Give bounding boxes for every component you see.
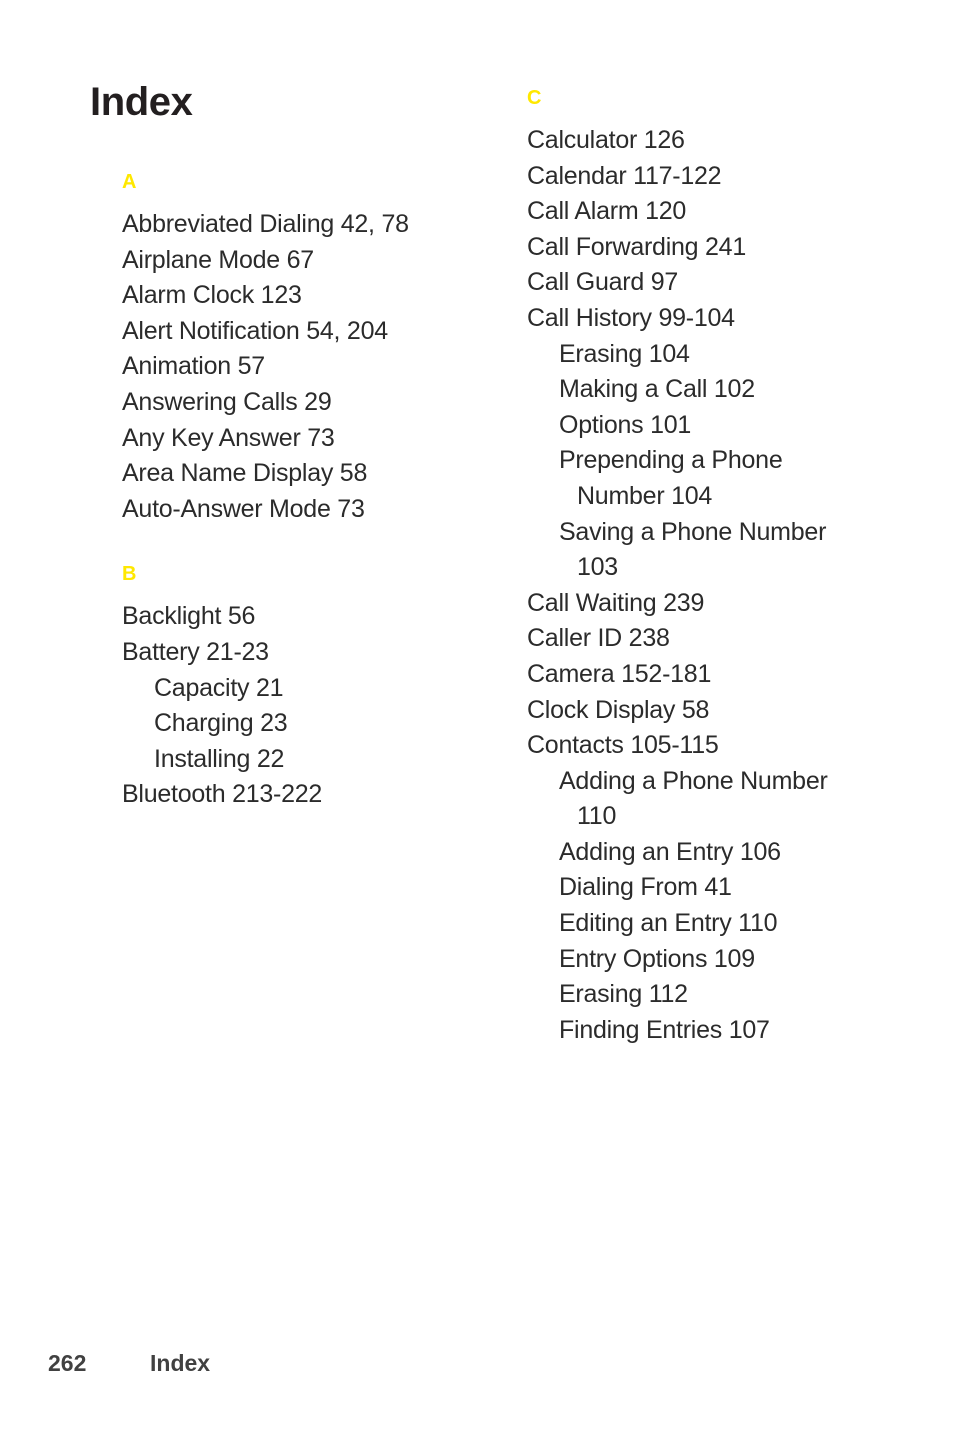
index-entry: Call Waiting 239: [527, 588, 705, 617]
index-subentry: Dialing From 41: [559, 873, 732, 902]
index-subentry: Adding an Entry 106: [559, 837, 781, 866]
index-entry: Caller ID 238: [527, 624, 670, 653]
index-entry: Answering Calls 29: [122, 387, 332, 416]
index-section-b: B Backlight 56 Battery 21-23 Capacity 21 Cha…: [122, 564, 457, 813]
footer-page-number: 262: [48, 1350, 87, 1376]
index-entry: Call Forwarding 241: [527, 232, 746, 261]
index-entry: Auto-Answer Mode 73: [122, 494, 365, 523]
index-column-left: A Abbreviated Dialing 42, 78 Airplane Mode…: [122, 172, 457, 813]
section-letter-heading: A: [122, 171, 137, 193]
section-letter-heading: C: [527, 87, 542, 109]
index-section-a: A Abbreviated Dialing 42, 78 Airplane Mode…: [122, 172, 457, 527]
index-entry: Alarm Clock 123: [122, 281, 302, 310]
index-entry: Calendar 117-122: [527, 161, 722, 190]
section-letter-heading: B: [122, 563, 137, 586]
index-page: Index A Abbreviated Dialing 42, 78 Airplan…: [0, 0, 954, 1431]
index-entry: Alert Notification 54, 204: [122, 316, 388, 345]
index-subentry: Saving a Phone Number 103: [559, 517, 827, 582]
index-entry: Abbreviated Dialing 42, 78: [122, 210, 409, 238]
index-subentry: Editing an Entry 110: [559, 909, 778, 938]
index-entry: Battery 21-23: [122, 637, 269, 666]
index-entry: Call History 99-104: [527, 303, 735, 332]
index-subentry: Options 101: [559, 410, 692, 439]
index-entry: Area Name Display 58: [122, 459, 368, 488]
index-subentry: Capacity 21: [154, 673, 284, 702]
index-entry: Airplane Mode 67: [122, 245, 314, 274]
index-entry: Calculator 126: [527, 126, 685, 154]
index-entry: Clock Display 58: [527, 695, 710, 724]
index-subentry: Entry Options 109: [559, 944, 755, 973]
index-subentry: Charging 23: [154, 709, 288, 738]
index-entry: Bluetooth 213-222: [122, 780, 323, 809]
index-entry: Camera 152-181: [527, 659, 712, 688]
index-entry: Any Key Answer 73: [122, 423, 335, 452]
index-entry: Animation 57: [122, 352, 265, 381]
index-entry: Call Alarm 120: [527, 197, 687, 226]
footer-label: Index: [150, 1350, 211, 1376]
index-subentry: Finding Entries 107: [559, 1015, 770, 1044]
index-entry: Call Guard 97: [527, 268, 678, 297]
index-subentry: Erasing 112: [559, 980, 688, 1009]
page-title: Index: [90, 80, 193, 124]
index-entry: Contacts 105-115: [527, 731, 719, 760]
index-section-c: C Calculator 126 Calendar 117-122 Call Alar…: [527, 88, 862, 1048]
index-entry: Backlight 56: [122, 602, 256, 631]
index-subentry: Adding a Phone Number 110: [559, 766, 828, 831]
index-subentry: Prepending a Phone Number 104: [559, 446, 783, 510]
index-subentry: Making a Call 102: [559, 375, 755, 404]
index-subentry: Installing 22: [154, 744, 285, 773]
page-footer: 262 Index: [48, 1350, 210, 1377]
index-column-right: C Calculator 126 Calendar 117-122 Call Alar…: [527, 88, 862, 1048]
index-subentry: Erasing 104: [559, 339, 690, 368]
